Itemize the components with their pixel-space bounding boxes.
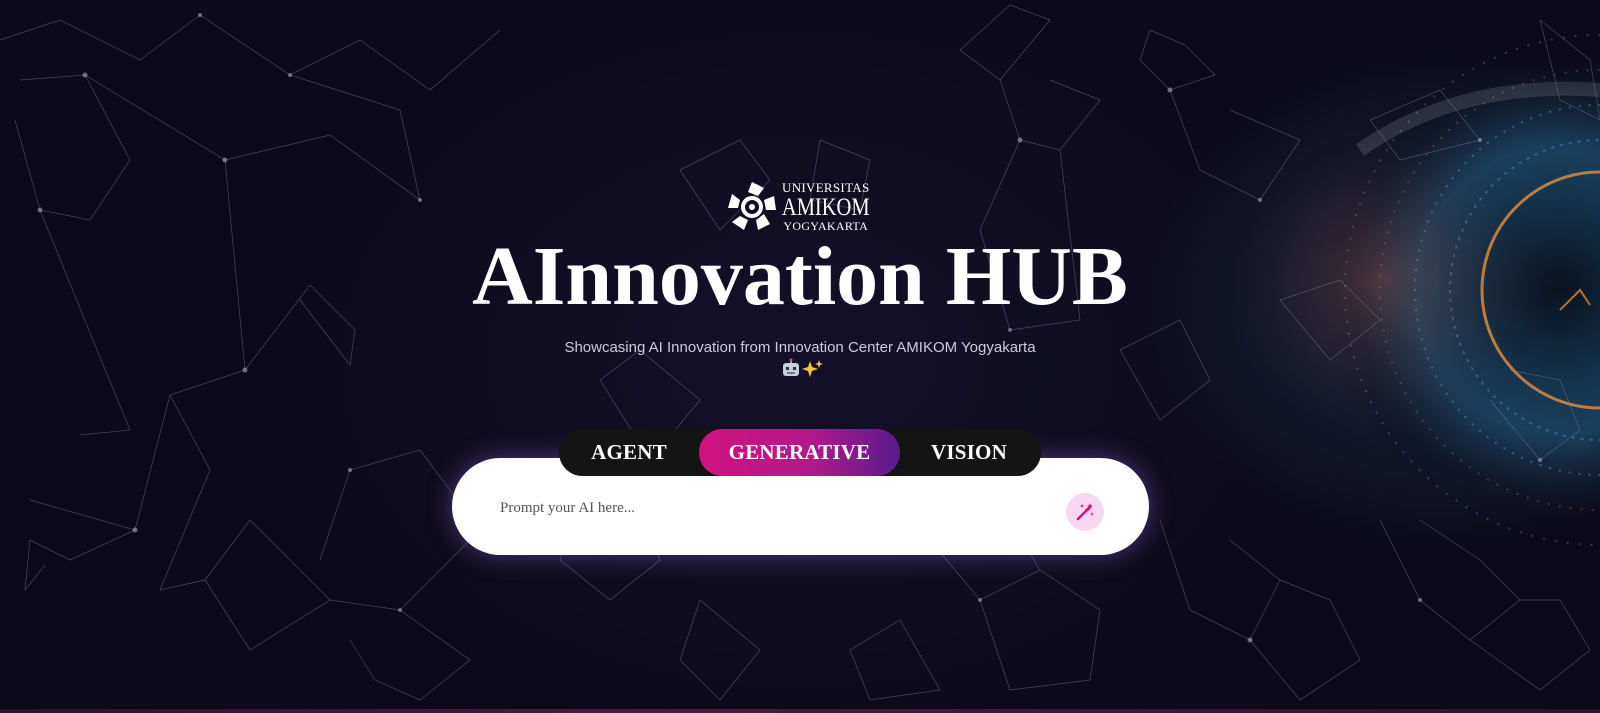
tab-vision[interactable]: VISION	[909, 429, 1029, 476]
logo-wordmark: UNIVERSITAS AMIKOM YOGYAKARTA	[781, 179, 870, 232]
bottom-edge	[0, 709, 1600, 713]
robot-sparkles-emoji: 🤖✨	[783, 358, 823, 377]
logo-line-amikom: AMIKOM	[781, 193, 870, 221]
hero-content: UNIVERSITAS AMIKOM YOGYAKARTA AInnovatio…	[0, 0, 1600, 713]
sparkles-icon	[802, 360, 823, 377]
tab-agent[interactable]: AGENT	[569, 429, 689, 476]
page-subtitle: Showcasing AI Innovation from Innovation…	[564, 339, 1036, 356]
robot-icon	[783, 358, 799, 376]
page-title: AInnovation HUB	[472, 230, 1128, 323]
mode-tabs: AGENT GENERATIVE VISION	[559, 429, 1041, 476]
magic-wand-icon	[1076, 503, 1094, 521]
logo-line-universitas: UNIVERSITAS	[782, 179, 870, 195]
generate-button[interactable]	[1066, 493, 1104, 531]
prompt-input[interactable]	[498, 494, 1022, 522]
tab-generative[interactable]: GENERATIVE	[699, 429, 900, 476]
university-logo[interactable]: UNIVERSITAS AMIKOM YOGYAKARTA	[724, 176, 876, 236]
hero-section: UNIVERSITAS AMIKOM YOGYAKARTA AInnovatio…	[0, 0, 1600, 713]
amikom-swirl-icon	[728, 182, 776, 230]
